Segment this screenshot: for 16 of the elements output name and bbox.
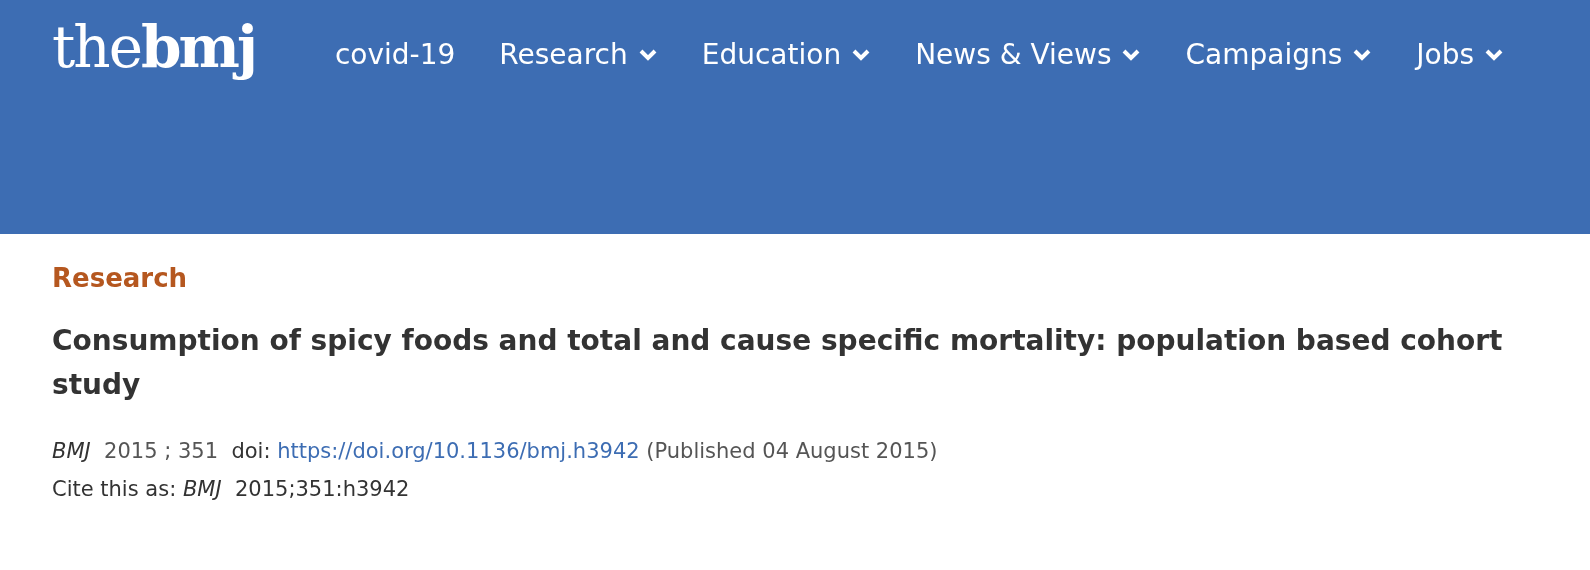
- chevron-down-icon: [1484, 48, 1505, 62]
- nav-link[interactable]: Research: [499, 34, 658, 76]
- nav-link[interactable]: Campaigns: [1185, 34, 1373, 76]
- chevron-down-icon: [1121, 48, 1142, 62]
- nav-link[interactable]: Jobs: [1416, 34, 1505, 76]
- nav-link[interactable]: Education: [701, 34, 872, 76]
- chevron-down-icon: [851, 48, 872, 62]
- section-label: Research: [52, 262, 189, 295]
- citation-line: BMJ 2015 ; 351 doi: https://doi.org/10.1136/bmj.h3942 (Published 04 August 2015): [52, 437, 939, 465]
- article-title: Consumption of spicy foods and total and cause specific mortality: population based cohort study: [52, 322, 1504, 403]
- doi-link[interactable]: https://doi.org/10.1136/bmj.h3942: [277, 438, 640, 463]
- cite-as-line: Cite this as: BMJ 2015;351:h3942: [52, 475, 411, 503]
- chevron-down-icon: [637, 48, 658, 62]
- nav-link[interactable]: covid-19: [334, 34, 456, 76]
- chevron-down-icon: [1352, 48, 1373, 62]
- nav-link[interactable]: News & Views: [915, 34, 1142, 76]
